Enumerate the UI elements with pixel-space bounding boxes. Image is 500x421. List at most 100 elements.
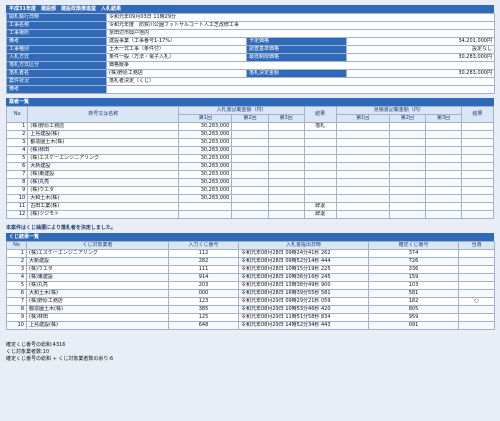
bidder-amount-round3 <box>267 202 305 211</box>
lottery-mark <box>458 305 495 314</box>
bidder-no: 12 <box>5 210 29 219</box>
info-label: 落札者名 <box>6 69 107 78</box>
info-row: 備考 建設事業（工事番号1-17%） 予定価格 34,201,000円 <box>6 37 495 46</box>
bidder-name: (株)林田 <box>27 146 180 155</box>
col-est-round1: 第1回 <box>335 114 390 123</box>
bidder-no: 11 <box>5 202 29 211</box>
lottery-no: 10 <box>6 321 27 330</box>
bidder-row: 8 (株)丸亮 30,283,000 <box>5 178 494 187</box>
bidder-result <box>303 146 337 155</box>
col-estimate: 見積書記載金額（円） <box>335 106 463 115</box>
lottery-final: 091 <box>368 321 459 330</box>
lottery-note: 本案件はくじ抽選により落札者を決定しました。 <box>6 225 116 231</box>
info-row: 工事種別 土木一式工事（条件付） 調査基準価格 設定なし <box>6 45 495 54</box>
bidder-estimate-round3 <box>424 154 463 163</box>
lottery-final: 182 <box>368 297 459 306</box>
bidder-estimate-round3 <box>424 122 463 131</box>
info-label: 落札決定金額 <box>246 69 347 78</box>
lottery-num: 112 <box>168 249 239 258</box>
lottery-final: 336 <box>368 265 459 274</box>
lottery-num: 203 <box>168 281 239 290</box>
bidder-estimate-round1 <box>335 194 390 203</box>
bidder-result2 <box>461 122 494 131</box>
bidder-row: 5 (株)エスケーエンジニアリング 30,283,000 <box>5 154 494 163</box>
bidder-estimate-round3 <box>424 202 463 211</box>
bidder-result: 辞退 <box>303 202 337 211</box>
bidder-amount-round2 <box>231 210 269 219</box>
bidder-estimate-round3 <box>424 194 463 203</box>
bidder-estimate-round3 <box>424 170 463 179</box>
bidder-estimate-round1 <box>335 146 390 155</box>
col-round1: 第1回 <box>178 114 233 123</box>
bidder-row: 4 (株)林田 30,283,000 <box>5 146 494 155</box>
lottery-name: (株)エスケーエンジニアリング <box>26 249 169 258</box>
lottery-col-no: No <box>6 241 27 250</box>
lottery-no: 3 <box>6 265 27 274</box>
info-value: 落札者決定（くじ） <box>106 77 495 86</box>
page: 平成31年度 建設部 建設政策推進室 入札結果 開札執行日時 令和元年09月03日… <box>5 5 495 363</box>
bidder-name: (株)ツジモト <box>27 210 180 219</box>
bidder-amount-round2 <box>231 194 269 203</box>
bidder-result2 <box>461 186 494 195</box>
lottery-name: (株)東建設 <box>26 273 169 282</box>
bidder-row: 12 (株)ツジモト 辞退 <box>5 210 494 219</box>
lottery-col-mark: 当選 <box>458 241 495 250</box>
lottery-final: 159 <box>368 273 459 282</box>
info-label: 案件状況 <box>6 77 107 86</box>
bidder-result2 <box>461 138 494 147</box>
lottery-name: (株)丸亮 <box>26 281 169 290</box>
bidder-estimate-round2 <box>388 178 426 187</box>
bidder-result <box>303 130 337 139</box>
info-row: 開札執行日時 令和元年09月03日 11時29分 <box>6 13 495 22</box>
info-value: 令和元年度 防賀川公園フットサルコート人工芝改修工事 <box>106 21 495 30</box>
info-value: 設定なし <box>346 45 495 54</box>
bidder-amount-round3 <box>267 162 305 171</box>
bidder-estimate-round1 <box>335 170 390 179</box>
lottery-final: 805 <box>368 305 459 314</box>
lottery-name: 都造園土木(株) <box>26 305 169 314</box>
lottery-num: 282 <box>168 257 239 266</box>
col-amount: 入札書記載金額（円） <box>178 106 305 115</box>
bidder-result <box>303 154 337 163</box>
bidder-estimate-round2 <box>388 202 426 211</box>
info-value: 建設事業（工事番号1-17%） <box>106 37 247 46</box>
bidder-result <box>303 162 337 171</box>
info-label: 入札方式 <box>6 53 107 62</box>
lottery-table: No くじ対象業者 入力くじ番号 入札書提出日時 確定くじ番号 当選 1 (株)エ… <box>6 241 495 330</box>
info-value: 30,283,000円 <box>346 69 495 78</box>
lottery-num: 111 <box>168 265 239 274</box>
lottery-final: 959 <box>368 313 459 322</box>
lottery-no: 1 <box>6 249 27 258</box>
bidder-estimate-round1 <box>335 162 390 171</box>
bidder-name: 都造園土木(株) <box>27 138 180 147</box>
bidder-estimate-round2 <box>388 194 426 203</box>
lottery-mark <box>458 321 495 330</box>
info-row: 落札方式区分 価格競争 <box>6 61 495 70</box>
lottery-row: 3 (株)ウエダ 111 令和元年08月28日 10時15分19秒 225 336 <box>6 265 495 274</box>
lottery-row: 6 大和土木(株) 000 令和元年08月28日 16時39分55秒 581 581 <box>6 289 495 298</box>
bidder-result2 <box>461 170 494 179</box>
lottery-date: 令和元年08月28日 09時24分41秒 262 <box>238 249 369 258</box>
info-value: 価格競争 <box>106 61 495 70</box>
summary-sum: 確定くじ番号の総和:4316 <box>6 342 66 348</box>
bidder-result2 <box>461 210 494 219</box>
lottery-mark <box>458 281 495 290</box>
info-value: 京田辺市興戸地内 <box>106 29 495 38</box>
bidder-name: (株)ウエダ <box>27 186 180 195</box>
bidder-estimate-round3 <box>424 138 463 147</box>
lottery-row: 4 (株)東建設 914 令和元年08月28日 10時36分16秒 245 159 <box>6 273 495 282</box>
lottery-mark <box>458 273 495 282</box>
bidder-estimate-round1 <box>335 178 390 187</box>
bidder-result <box>303 138 337 147</box>
bidder-result <box>303 178 337 187</box>
bidder-estimate-round1 <box>335 202 390 211</box>
bidder-amount-round3 <box>267 178 305 187</box>
bidder-amount-round2 <box>231 154 269 163</box>
lottery-mark <box>458 257 495 266</box>
bidder-no: 8 <box>5 178 29 187</box>
bidder-estimate-round2 <box>388 162 426 171</box>
lottery-no: 7 <box>6 297 27 306</box>
lottery-row: 7 (株)野原工務店 123 令和元年08月29日 09時29分21秒 059 182 ○ <box>6 297 495 306</box>
bidder-amount-round3 <box>267 130 305 139</box>
bidder-name: (株)東建設 <box>27 170 180 179</box>
